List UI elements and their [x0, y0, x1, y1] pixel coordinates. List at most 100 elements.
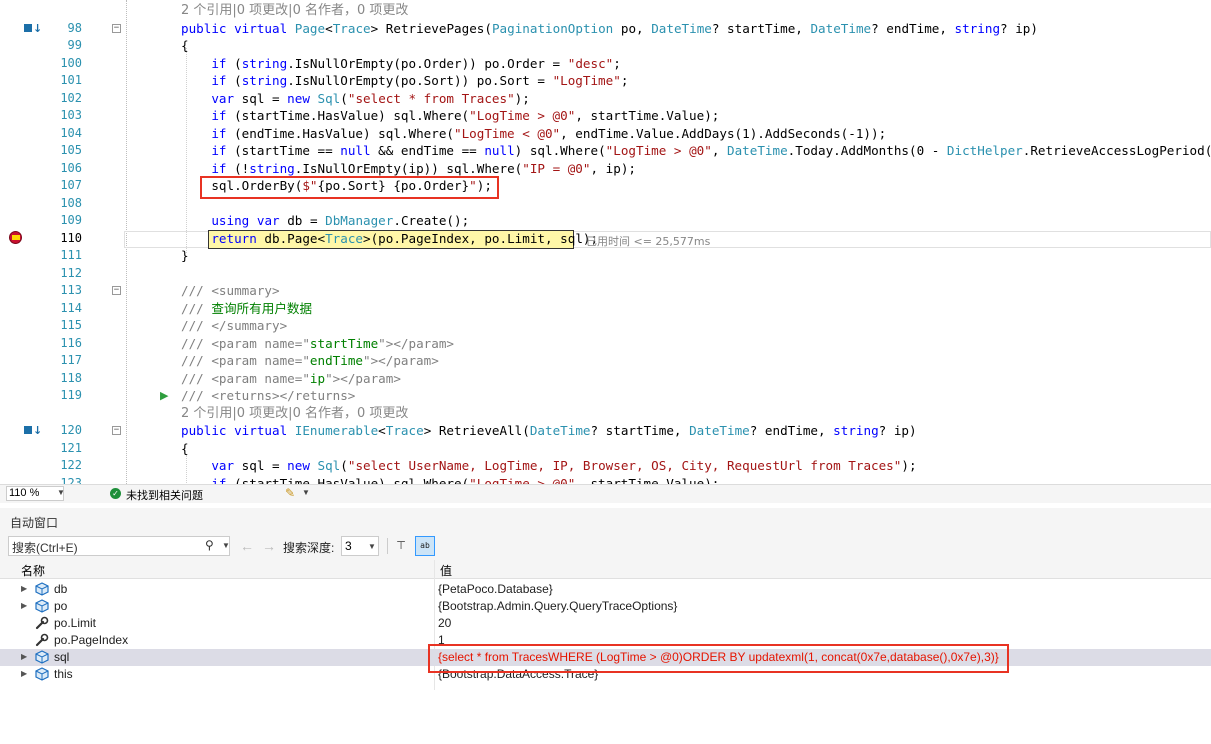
- search-depth-select[interactable]: 3 ▼: [341, 536, 379, 556]
- line-number: 114: [60, 300, 82, 315]
- code-line[interactable]: 100 if (string.IsNullOrEmpty(po.Order)) …: [0, 55, 1211, 73]
- line-number: 101: [60, 73, 82, 87]
- zoom-dropdown[interactable]: 110 %: [6, 486, 64, 501]
- code-line[interactable]: ↓ 98− public virtual Page<Trace> RetrieveP…: [0, 20, 1211, 38]
- expand-arrow-icon[interactable]: ▶: [21, 584, 27, 593]
- line-number: 121: [60, 440, 82, 455]
- editor-status-bar: 110 % ▼ ✓ 未找到相关问题 ✎ ▼: [0, 484, 1211, 503]
- code-text[interactable]: /// </summary>: [181, 317, 287, 335]
- code-text[interactable]: /// <param name="endTime"></param>: [181, 352, 439, 370]
- code-line[interactable]: 121 {: [0, 440, 1211, 458]
- code-text[interactable]: return db.Page<Trace>(po.PageIndex, po.L…: [181, 230, 598, 248]
- code-text[interactable]: var sql = new Sql("select * from Traces"…: [181, 90, 530, 108]
- codelens-references[interactable]: 2 个引用|0 项更改|0 名作者，0 项更改: [181, 2, 408, 20]
- code-line[interactable]: 102 var sql = new Sql("select * from Tra…: [0, 90, 1211, 108]
- code-line[interactable]: 112: [0, 265, 1211, 283]
- code-text[interactable]: using var db = DbManager.Create();: [181, 212, 469, 230]
- code-line[interactable]: 99 {: [0, 37, 1211, 55]
- collapse-toggle-icon[interactable]: −: [112, 286, 121, 295]
- code-text[interactable]: {: [181, 37, 189, 55]
- run-arrow-icon[interactable]: ▶: [160, 388, 180, 403]
- variable-name: po: [54, 599, 68, 613]
- code-text[interactable]: {: [181, 440, 189, 458]
- forward-arrow-icon[interactable]: →: [262, 538, 276, 554]
- search-icon[interactable]: ⚲: [205, 538, 214, 552]
- search-depth-label: 搜索深度:: [283, 541, 335, 555]
- code-line[interactable]: ▶ 119 /// <returns></returns>: [0, 387, 1211, 405]
- collapse-toggle-icon[interactable]: −: [112, 426, 121, 435]
- code-text[interactable]: if (string.IsNullOrEmpty(po.Sort)) po.So…: [181, 72, 628, 90]
- code-line[interactable]: 101 if (string.IsNullOrEmpty(po.Sort)) p…: [0, 72, 1211, 90]
- code-text[interactable]: public virtual IEnumerable<Trace> Retrie…: [181, 422, 917, 440]
- code-line[interactable]: 107 sql.OrderBy($"{po.Sort} {po.Order}")…: [0, 177, 1211, 195]
- line-number: 100: [60, 55, 82, 70]
- code-text[interactable]: /// 查询所有用户数据: [181, 300, 312, 318]
- brush-icon[interactable]: ✎: [285, 486, 295, 500]
- code-text[interactable]: /// <returns></returns>: [181, 387, 355, 405]
- code-line[interactable]: 115 /// </summary>: [0, 317, 1211, 335]
- codelens-line[interactable]: 2 个引用|0 项更改|0 名作者，0 项更改: [0, 2, 1211, 20]
- code-line[interactable]: 118 /// <param name="ip"></param>: [0, 370, 1211, 388]
- autos-row-db[interactable]: ▶ db {PetaPoco.Database}: [0, 581, 1211, 598]
- code-text[interactable]: var sql = new Sql("select UserName, LogT…: [181, 457, 916, 475]
- code-line[interactable]: 111}: [0, 247, 1211, 265]
- autos-window: 自动窗口 搜索(Ctrl+E) ⚲ ▼ ← → 搜索深度: 3 ▼ ⊤ ab 名…: [0, 508, 1211, 744]
- code-text[interactable]: /// <param name="ip"></param>: [181, 370, 401, 388]
- chevron-down-icon[interactable]: ▼: [302, 488, 310, 497]
- panel-title: 自动窗口: [10, 516, 59, 530]
- variable-value[interactable]: {PetaPoco.Database}: [438, 582, 553, 596]
- code-editor[interactable]: 2 个引用|0 项更改|0 名作者，0 项更改 ↓ 98− public virtua…: [0, 0, 1211, 484]
- variable-value[interactable]: 20: [438, 616, 451, 630]
- code-line[interactable]: 117 /// <param name="endTime"></param>: [0, 352, 1211, 370]
- code-text[interactable]: if (endTime.HasValue) sql.Where("LogTime…: [181, 125, 886, 143]
- collapse-toggle-icon[interactable]: −: [112, 23, 121, 33]
- column-header-name[interactable]: 名称: [21, 562, 45, 579]
- autos-row-po-limit[interactable]: po.Limit 20: [0, 615, 1211, 632]
- pin-icon[interactable]: ⊤: [393, 537, 409, 555]
- code-line[interactable]: 103 if (startTime.HasValue) sql.Where("L…: [0, 107, 1211, 125]
- code-line[interactable]: 108: [0, 195, 1211, 213]
- code-line[interactable]: 109 using var db = DbManager.Create();: [0, 212, 1211, 230]
- code-line[interactable]: 116 /// <param name="startTime"></param>: [0, 335, 1211, 353]
- chevron-down-icon[interactable]: ▼: [222, 541, 230, 550]
- code-line[interactable]: 114 /// 查询所有用户数据: [0, 300, 1211, 318]
- line-number: 111: [60, 248, 82, 262]
- code-line[interactable]: 104 if (endTime.HasValue) sql.Where("Log…: [0, 125, 1211, 143]
- line-number: 112: [60, 265, 82, 280]
- expand-arrow-icon[interactable]: ▶: [21, 669, 27, 678]
- raw-view-toggle-icon[interactable]: ab: [415, 536, 435, 556]
- search-input[interactable]: 搜索(Ctrl+E) ⚲ ▼: [8, 536, 230, 556]
- code-text[interactable]: /// <param name="startTime"></param>: [181, 335, 454, 353]
- code-text[interactable]: if (startTime.HasValue) sql.Where("LogTi…: [181, 475, 719, 485]
- line-number: 107: [60, 178, 82, 192]
- code-line[interactable]: 123 if (startTime.HasValue) sql.Where("L…: [0, 475, 1211, 485]
- zoom-value: 110 %: [9, 487, 40, 499]
- code-line[interactable]: 105 if (startTime == null && endTime == …: [0, 142, 1211, 160]
- expand-arrow-icon[interactable]: ▶: [21, 601, 27, 610]
- expand-arrow-icon[interactable]: ▶: [21, 652, 27, 661]
- code-text[interactable]: /// <summary>: [181, 282, 280, 300]
- codelens-references[interactable]: 2 个引用|0 项更改|0 名作者，0 项更改: [181, 405, 408, 423]
- code-text[interactable]: public virtual Page<Trace> RetrievePages…: [181, 20, 1038, 38]
- breakpoint-icon[interactable]: [9, 230, 29, 246]
- variable-value[interactable]: {Bootstrap.Admin.Query.QueryTraceOptions…: [438, 599, 677, 613]
- code-text[interactable]: if (startTime == null && endTime == null…: [181, 142, 1211, 160]
- issues-status[interactable]: 未找到相关问题: [126, 487, 203, 503]
- code-text[interactable]: if (startTime.HasValue) sql.Where("LogTi…: [181, 107, 719, 125]
- column-header-value[interactable]: 值: [440, 562, 452, 579]
- back-arrow-icon[interactable]: ←: [240, 538, 254, 554]
- object-icon: [35, 599, 49, 613]
- code-text[interactable]: }: [181, 247, 189, 265]
- code-text[interactable]: if (string.IsNullOrEmpty(po.Order)) po.O…: [181, 55, 620, 73]
- code-text[interactable]: if (!string.IsNullOrEmpty(ip)) sql.Where…: [181, 160, 636, 178]
- autos-row-po[interactable]: ▶ po {Bootstrap.Admin.Query.QueryTraceOpti…: [0, 598, 1211, 615]
- code-line[interactable]: 113 − /// <summary>: [0, 282, 1211, 300]
- codelens-line[interactable]: 2 个引用|0 项更改|0 名作者，0 项更改: [0, 405, 1211, 423]
- code-line[interactable]: 106 if (!string.IsNullOrEmpty(ip)) sql.W…: [0, 160, 1211, 178]
- code-line[interactable]: 122 var sql = new Sql("select UserName, …: [0, 457, 1211, 475]
- chevron-down-icon[interactable]: ▼: [57, 488, 65, 497]
- line-number: 106: [60, 160, 82, 175]
- code-line[interactable]: ↓ 120− public virtual IEnumerable<Trace> R…: [0, 422, 1211, 440]
- line-number: 99: [67, 38, 82, 52]
- chevron-down-icon[interactable]: ▼: [368, 542, 376, 551]
